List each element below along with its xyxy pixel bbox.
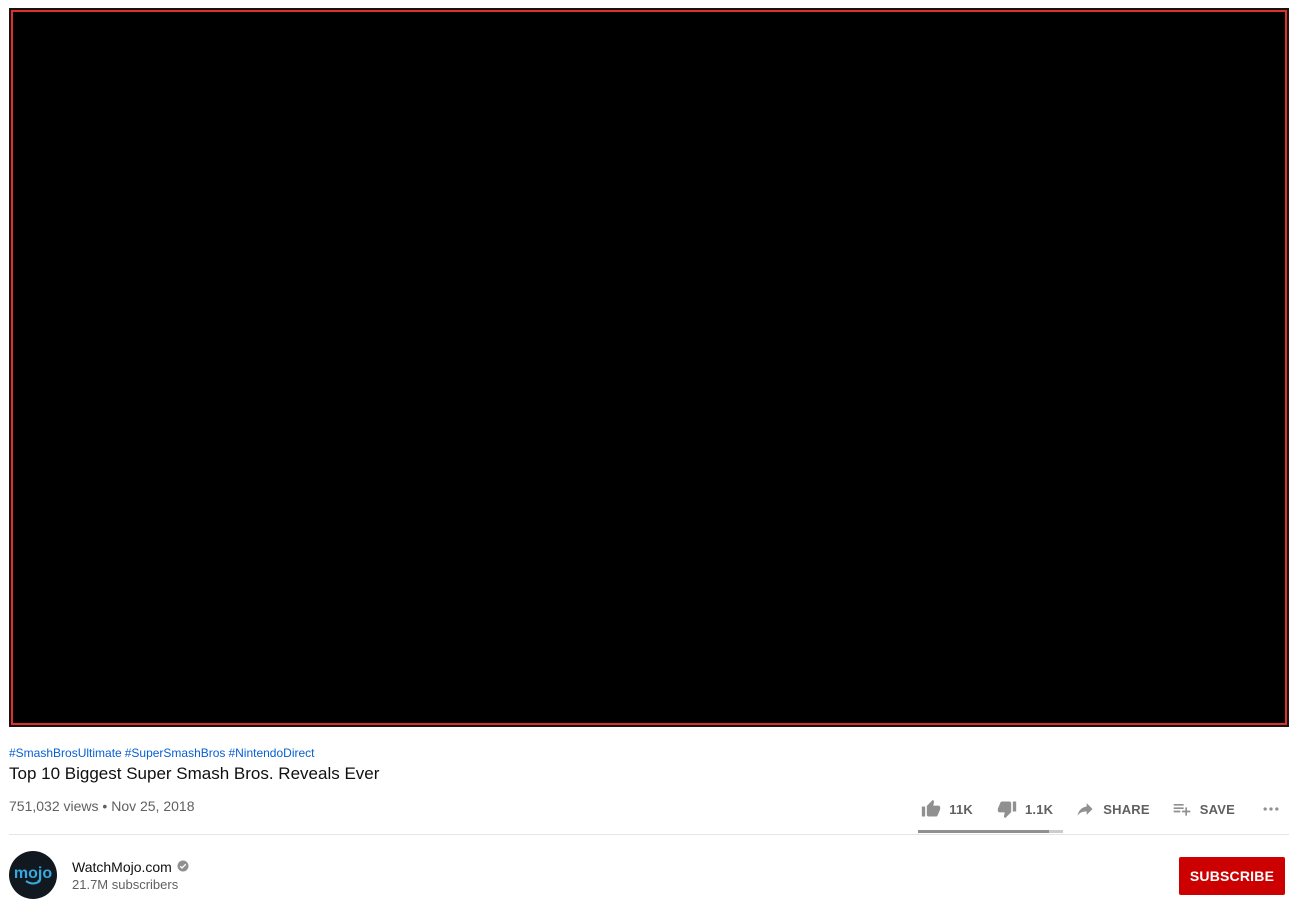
action-bar: 11K 1.1K SHARE SAVE <box>921 795 1281 823</box>
save-label: SAVE <box>1199 801 1235 817</box>
dislike-button[interactable]: 1.1K <box>997 799 1053 819</box>
share-button[interactable]: SHARE <box>1075 799 1150 819</box>
more-horizontal-icon <box>1261 799 1281 819</box>
hashtag-list: #SmashBrosUltimate #SuperSmashBros #Ninten… <box>9 746 317 760</box>
video-meta: 751,032 views • Nov 25, 2018 <box>9 798 195 814</box>
share-label: SHARE <box>1103 801 1150 817</box>
subscriber-count: 21.7M subscribers <box>72 877 179 892</box>
mojo-logo: mojo <box>14 865 52 885</box>
meta-separator: • <box>102 798 108 814</box>
channel-name-link[interactable]: WatchMojo.com <box>72 859 189 875</box>
video-player[interactable] <box>9 8 1289 727</box>
channel-name: WatchMojo.com <box>72 859 172 875</box>
view-count: 751,032 views <box>9 798 99 814</box>
thumb-down-icon <box>997 799 1017 819</box>
dislike-count: 1.1K <box>1024 801 1054 817</box>
hashtag-link-supersmashbros[interactable]: #SuperSmashBros <box>125 746 226 760</box>
like-ratio-fill <box>918 830 1049 833</box>
video-title: Top 10 Biggest Super Smash Bros. Reveals… <box>9 764 380 783</box>
like-count: 11K <box>949 801 973 817</box>
video-frame[interactable] <box>11 10 1287 725</box>
more-actions-button[interactable] <box>1261 799 1281 819</box>
like-button[interactable]: 11K <box>921 799 973 819</box>
share-arrow-icon <box>1075 799 1095 819</box>
channel-avatar[interactable]: mojo <box>9 851 57 899</box>
watch-page: #SmashBrosUltimate #SuperSmashBros #Ninten… <box>0 0 1297 909</box>
subscribe-button[interactable]: SUBSCRIBE <box>1179 857 1285 895</box>
thumb-up-icon <box>921 799 941 819</box>
hashtag-link-smashbrosultimate[interactable]: #SmashBrosUltimate <box>9 746 122 760</box>
upload-date: Nov 25, 2018 <box>111 798 195 814</box>
verified-check-icon <box>177 859 189 875</box>
svg-text:mojo: mojo <box>14 865 52 882</box>
section-divider <box>9 834 1289 835</box>
like-dislike-ratio-bar <box>918 830 1063 833</box>
hashtag-link-nintendodirect[interactable]: #NintendoDirect <box>228 746 314 760</box>
save-button[interactable]: SAVE <box>1172 799 1235 819</box>
playlist-add-icon <box>1172 799 1192 819</box>
